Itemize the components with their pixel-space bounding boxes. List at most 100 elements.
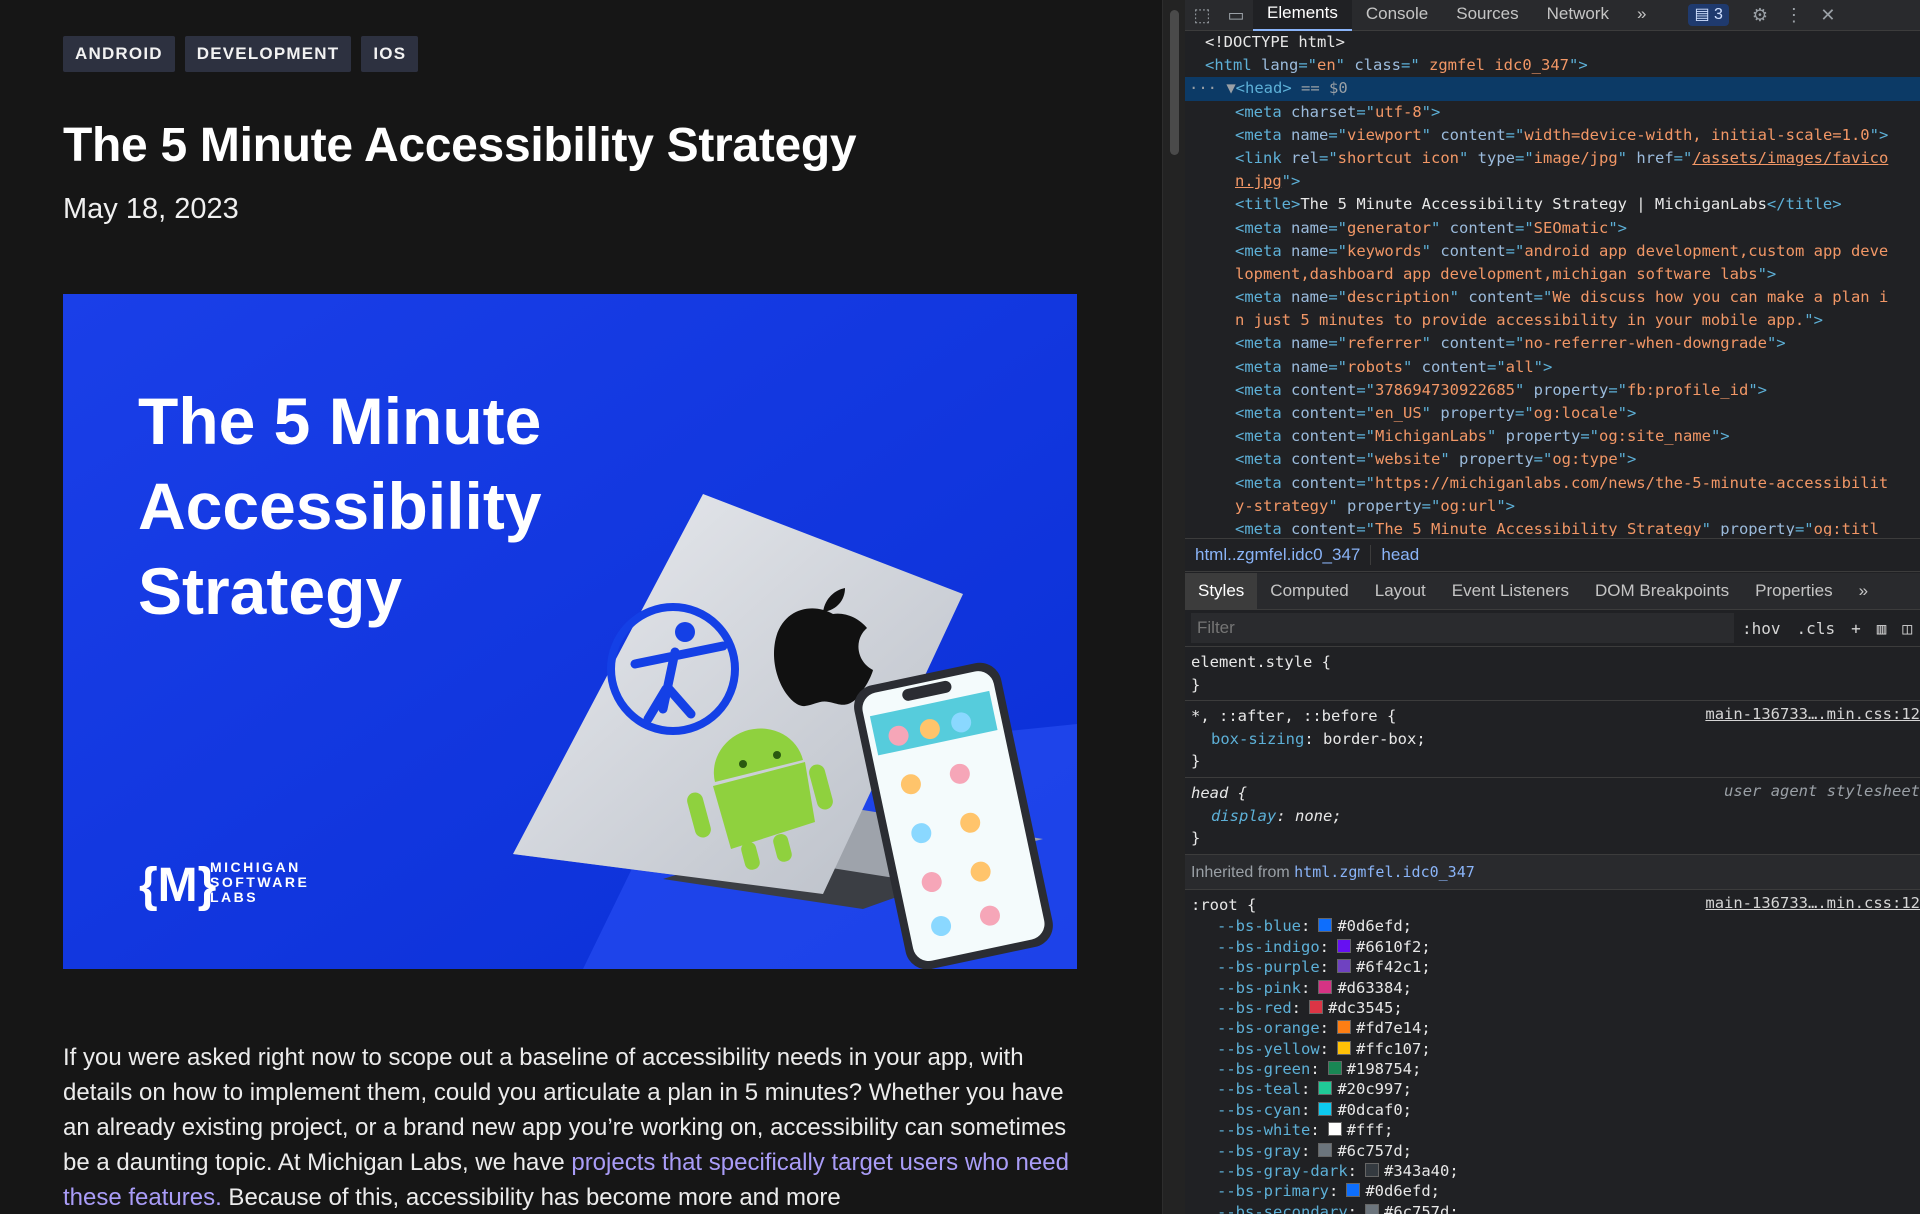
dom-node-line[interactable]: <meta name="robots" content="all"> <box>1185 356 1920 379</box>
color-swatch-icon[interactable] <box>1337 1020 1351 1035</box>
close-devtools-icon[interactable]: ✕ <box>1811 0 1845 30</box>
color-swatch-icon[interactable] <box>1318 1081 1333 1096</box>
dom-node-line[interactable]: <meta charset="utf-8"> <box>1185 101 1920 124</box>
settings-gear-icon[interactable]: ⚙ <box>1743 0 1777 30</box>
css-variable-row[interactable]: --bs-blue: #0d6efd; <box>1191 916 1914 936</box>
dom-node-line[interactable]: y-strategy" property="og:url"> <box>1185 495 1920 518</box>
dom-node-line[interactable]: <meta content="378694730922685" property… <box>1185 379 1920 402</box>
color-swatch-icon[interactable] <box>1365 1163 1379 1178</box>
dom-node-line[interactable]: <!DOCTYPE html> <box>1185 31 1920 54</box>
dom-node-line[interactable]: <html lang="en" class=" zgmfel idc0_347"… <box>1185 54 1920 77</box>
css-variable-row[interactable]: --bs-purple: #6f42c1; <box>1191 957 1914 977</box>
dom-token[interactable]: n.jpg <box>1235 172 1282 190</box>
tag-development[interactable]: DEVELOPMENT <box>184 36 352 72</box>
dom-node-line[interactable]: <meta name="generator" content="SEOmatic… <box>1185 217 1920 240</box>
rendering-paint-icon[interactable]: ▥ <box>1869 619 1895 638</box>
dom-node-line[interactable]: <meta content="en_US" property="og:local… <box>1185 402 1920 425</box>
more-options-kebab-icon[interactable]: ⋮ <box>1777 0 1811 30</box>
tab-network[interactable]: Network <box>1533 0 1623 30</box>
subtab-event-listeners[interactable]: Event Listeners <box>1439 573 1582 609</box>
dom-token: og:site_name <box>1598 427 1711 446</box>
dom-node-line[interactable]: <title>The 5 Minute Accessibility Strate… <box>1185 193 1920 216</box>
dom-node-line[interactable]: <meta content="website" property="og:typ… <box>1185 448 1920 471</box>
dom-node-line[interactable]: <meta name="viewport" content="width=dev… <box>1185 124 1920 147</box>
rule-source-link[interactable]: main-136733….min.css:12 <box>1705 705 1920 723</box>
color-swatch-icon[interactable] <box>1318 1101 1333 1116</box>
dom-node-line[interactable]: <meta content="https://michiganlabs.com/… <box>1185 472 1920 495</box>
css-rule-box-sizing[interactable]: main-136733….min.css:12 *, ::after, ::be… <box>1185 701 1920 778</box>
css-rule-root[interactable]: main-136733….min.css:12 :root { --bs-blu… <box>1185 890 1920 1214</box>
dom-node-line[interactable]: n.jpg"> <box>1185 170 1920 193</box>
css-variable-row[interactable]: --bs-red: #dc3545; <box>1191 998 1914 1018</box>
breadcrumb-head[interactable]: head <box>1371 545 1429 565</box>
css-variable-row[interactable]: --bs-cyan: #0dcaf0; <box>1191 1100 1914 1120</box>
dom-token: <meta <box>1235 380 1291 399</box>
page-scrollbar-thumb[interactable] <box>1170 10 1179 155</box>
device-toolbar-icon[interactable]: ▭ <box>1219 0 1253 30</box>
subtab-properties[interactable]: Properties <box>1742 573 1845 609</box>
dom-node-line[interactable]: lopment,dashboard app development,michig… <box>1185 263 1920 286</box>
css-variable-row[interactable]: --bs-gray: #6c757d; <box>1191 1141 1914 1161</box>
css-variable-row[interactable]: --bs-primary: #0d6efd; <box>1191 1181 1914 1201</box>
tag-android[interactable]: ANDROID <box>63 36 175 72</box>
css-variable-row[interactable]: --bs-teal: #20c997; <box>1191 1079 1914 1099</box>
css-variable-row[interactable]: --bs-pink: #d63384; <box>1191 978 1914 998</box>
element-style-rule[interactable]: element.style { } <box>1185 647 1920 702</box>
toggle-sidebar-icon[interactable]: ◫ <box>1894 619 1920 638</box>
dom-node-line[interactable]: <link rel="shortcut icon" type="image/jp… <box>1185 147 1920 170</box>
css-variable-row[interactable]: --bs-gray-dark: #343a40; <box>1191 1161 1914 1181</box>
subtab-layout[interactable]: Layout <box>1362 573 1439 609</box>
new-style-rule-icon[interactable]: + <box>1843 619 1869 638</box>
pane-splitter[interactable] <box>1162 0 1185 1214</box>
dom-node-line[interactable]: <meta content="MichiganLabs" property="o… <box>1185 425 1920 448</box>
css-variable-row[interactable]: --bs-indigo: #6610f2; <box>1191 937 1914 957</box>
css-variable-name: --bs-white <box>1217 1121 1311 1140</box>
color-swatch-icon[interactable] <box>1337 938 1351 953</box>
breadcrumb-html[interactable]: html..zgmfel.idc0_347 <box>1185 545 1372 565</box>
dom-node-line[interactable]: <meta name="keywords" content="android a… <box>1185 240 1920 263</box>
color-swatch-icon[interactable] <box>1337 959 1351 974</box>
color-swatch-icon[interactable] <box>1318 918 1333 933</box>
more-tabs-chevron-icon[interactable]: » <box>1623 0 1660 30</box>
subtab-styles[interactable]: Styles <box>1185 573 1258 609</box>
subtab-dom-breakpoints[interactable]: DOM Breakpoints <box>1582 573 1742 609</box>
tab-console[interactable]: Console <box>1352 0 1442 30</box>
inspect-element-icon[interactable]: ⬚ <box>1185 0 1219 30</box>
css-variable-row[interactable]: --bs-green: #198754; <box>1191 1059 1914 1079</box>
inherited-from-link[interactable]: html.zgmfel.idc0_347 <box>1294 863 1475 881</box>
color-swatch-icon[interactable] <box>1318 1142 1333 1157</box>
issues-badge[interactable]: ▤ 3 <box>1688 4 1729 26</box>
cls-toggle-button[interactable]: .cls <box>1789 619 1844 638</box>
css-variable-row[interactable]: --bs-white: #fff; <box>1191 1120 1914 1140</box>
rule-declaration[interactable]: display: none; <box>1191 805 1914 828</box>
color-swatch-icon[interactable] <box>1337 1040 1351 1055</box>
color-swatch-icon[interactable] <box>1346 1183 1361 1198</box>
color-swatch-icon[interactable] <box>1365 1203 1379 1214</box>
dom-node-line[interactable]: <meta name="description" content="We dis… <box>1185 286 1920 309</box>
dom-node-line[interactable]: <meta name="referrer" content="no-referr… <box>1185 332 1920 355</box>
tab-elements[interactable]: Elements <box>1253 0 1352 31</box>
dom-node-line[interactable]: <meta content="The 5 Minute Accessibilit… <box>1185 518 1920 536</box>
tab-sources[interactable]: Sources <box>1442 0 1532 30</box>
css-variable-row[interactable]: --bs-orange: #fd7e14; <box>1191 1018 1914 1038</box>
hov-toggle-button[interactable]: :hov <box>1734 619 1789 638</box>
color-swatch-icon[interactable] <box>1327 1061 1342 1076</box>
tag-ios[interactable]: IOS <box>361 36 419 72</box>
dom-tree[interactable]: <!DOCTYPE html> <html lang="en" class=" z… <box>1185 31 1920 536</box>
css-variable-row[interactable]: --bs-secondary: #6c757d; <box>1191 1202 1914 1214</box>
color-swatch-icon[interactable] <box>1327 1122 1342 1137</box>
color-swatch-icon[interactable] <box>1318 979 1333 994</box>
rule-declaration[interactable]: box-sizing: border-box; <box>1191 728 1914 751</box>
dom-token[interactable]: /assets/images/favico <box>1692 149 1888 167</box>
css-rule-head[interactable]: user agent stylesheet head { display: no… <box>1185 778 1920 855</box>
subtab-computed[interactable]: Computed <box>1257 573 1361 609</box>
dom-node-line[interactable]: n just 5 minutes to provide accessibilit… <box>1185 309 1920 332</box>
dom-node-line[interactable]: ··· ▼<head> == $0 <box>1185 77 1920 101</box>
styles-filter-input[interactable] <box>1191 613 1735 643</box>
dom-token: website <box>1375 450 1441 469</box>
more-subtabs-chevron-icon[interactable]: » <box>1846 573 1881 609</box>
color-swatch-icon[interactable] <box>1309 999 1323 1014</box>
styles-filter-bar: :hov .cls + ▥ ◫ <box>1185 610 1920 647</box>
css-variable-row[interactable]: --bs-yellow: #ffc107; <box>1191 1039 1914 1059</box>
rule-source-link[interactable]: main-136733….min.css:12 <box>1705 894 1920 912</box>
